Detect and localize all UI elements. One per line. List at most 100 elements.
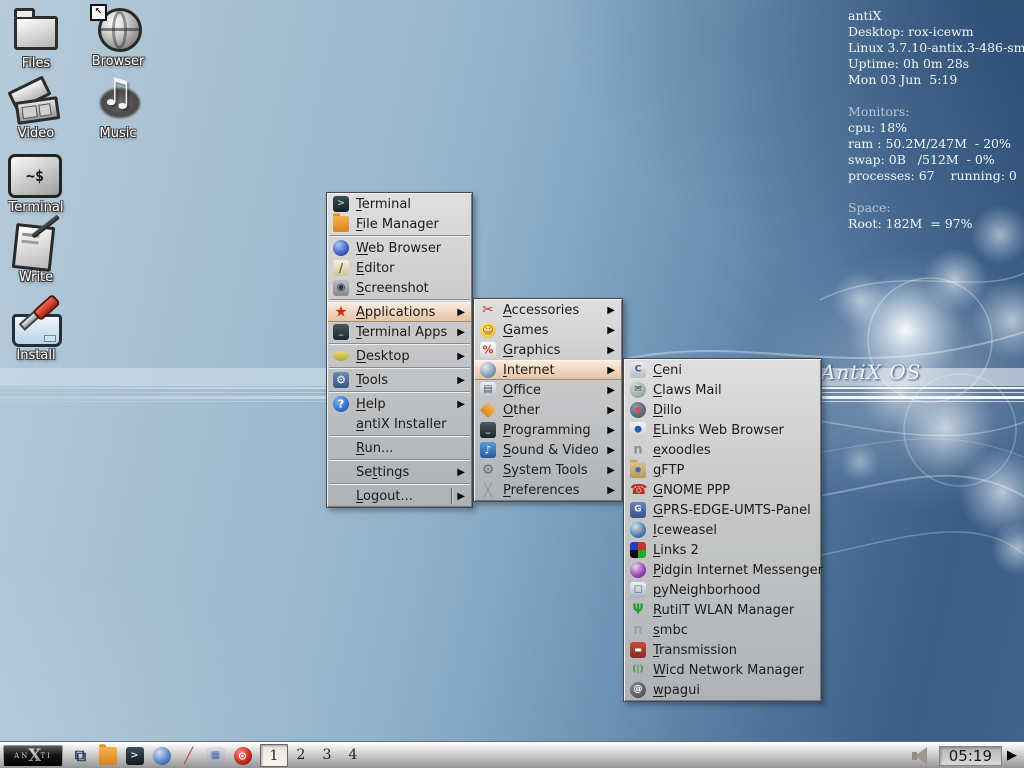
menu-item-settings[interactable]: Settings ▶ (328, 462, 471, 482)
sound-icon (480, 442, 496, 458)
logo-text: TI (40, 751, 52, 760)
menu-item-label: Graphics (503, 342, 561, 358)
workspace-button-2[interactable]: 2 (288, 744, 314, 765)
music-note-icon: ♫ (100, 70, 135, 114)
menu-item-tools[interactable]: Tools ▶ (328, 370, 471, 390)
desktop-icon-browser[interactable]: ↖ Browser (84, 4, 152, 69)
menu-item-preferences[interactable]: Preferences ▶ (475, 480, 621, 500)
web-browser-launcher[interactable] (148, 745, 175, 767)
menu-item-internet[interactable]: Internet ▶ (475, 360, 621, 380)
menu-item-iceweasel[interactable]: Iceweasel (625, 520, 820, 540)
menu-item-file-manager[interactable]: File Manager (328, 213, 471, 234)
submenu-arrow-icon: ▶ (607, 464, 615, 476)
submenu-arrow-icon: ▶ (457, 398, 465, 410)
desktop-icon (333, 351, 349, 361)
menu-item-rutilt-wlan-manager[interactable]: RutilT WLAN Manager (625, 600, 820, 620)
exood-icon (630, 442, 646, 458)
submenu-arrow-icon: ▶ (607, 304, 615, 316)
menu-item-links-2[interactable]: Links 2 (625, 540, 820, 560)
menu-separator (329, 483, 470, 485)
logout-launcher[interactable] (229, 745, 256, 767)
menu-item-elinks-web-browser[interactable]: ELinks Web Browser (625, 420, 820, 440)
desktop-icon-label: Write (18, 270, 54, 285)
menu-item-web-browser[interactable]: Web Browser (328, 238, 471, 258)
menu-separator (329, 343, 470, 345)
menu-item-desktop[interactable]: Desktop ▶ (328, 346, 471, 366)
menu-item-gnome-ppp[interactable]: GNOME PPP (625, 480, 820, 500)
mount-tool-launcher[interactable] (202, 745, 229, 767)
taskbar-expand-arrow[interactable]: ▶ (1007, 748, 1017, 763)
desktop-icon-install[interactable]: Install (2, 293, 70, 363)
systools-icon (480, 462, 496, 478)
menu-item-editor[interactable]: Editor (328, 258, 471, 278)
window-list-button[interactable] (67, 745, 94, 767)
no-icon (333, 440, 349, 456)
apps-icon (333, 304, 349, 320)
menu-item-help[interactable]: Help ▶ (328, 394, 471, 414)
menu-item-label: Links 2 (653, 542, 699, 558)
menu-item-ceni[interactable]: Ceni (625, 360, 820, 380)
menu-item-accessories[interactable]: Accessories ▶ (475, 300, 621, 320)
menu-separator (329, 391, 470, 393)
menu-item-gprs-edge-umts-panel[interactable]: GPRS-EDGE-UMTS-Panel (625, 500, 820, 520)
menu-item-label: Office (503, 382, 541, 398)
conky-line (848, 88, 1024, 104)
menu-separator (329, 459, 470, 461)
document-icon (11, 223, 56, 272)
desktop-icon-video[interactable]: Video (2, 75, 70, 141)
menu-item-wpagui[interactable]: wpagui (625, 680, 820, 700)
terminal-launcher[interactable] (121, 745, 148, 767)
conky-line: swap: 0B /512M - 0% (848, 152, 995, 167)
menu-item-sound-video[interactable]: Sound & Video ▶ (475, 440, 621, 460)
menu-item-label: File Manager (356, 216, 439, 232)
antix-menu-button[interactable]: AN X TI (3, 744, 63, 767)
menu-item-games[interactable]: Games ▶ (475, 320, 621, 340)
workspace-button-3[interactable]: 3 (314, 744, 340, 765)
menu-item-terminal[interactable]: Terminal (328, 194, 471, 214)
desktop-icon-files[interactable]: Files (2, 6, 70, 71)
device-icon (206, 746, 225, 765)
games-icon (480, 322, 496, 338)
control-centre-launcher[interactable] (175, 745, 202, 767)
menu-item-programming[interactable]: Programming ▶ (475, 420, 621, 440)
menu-item-other[interactable]: Other ▶ (475, 400, 621, 420)
other-icon (479, 401, 497, 419)
root-menu: Terminal File Manager Web Browser Editor Scr… (326, 192, 473, 508)
menu-item-office[interactable]: Office ▶ (475, 380, 621, 400)
menu-item-logout[interactable]: Logout... ▶ (328, 486, 471, 506)
menu-item-label: RutilT WLAN Manager (653, 602, 795, 618)
menu-item-applications[interactable]: Applications ▶ (328, 302, 471, 322)
desktop-icon-write[interactable]: Write (2, 214, 70, 285)
globetb-icon (152, 746, 171, 765)
workspace-button-4[interactable]: 4 (340, 744, 366, 765)
workspace-button-1[interactable]: 1 (260, 744, 288, 767)
menu-item-label: wpagui (653, 682, 700, 698)
menu-item-pidgin-internet-messenger[interactable]: Pidgin Internet Messenger (625, 560, 823, 580)
menu-item-transmission[interactable]: Transmission (625, 640, 820, 660)
menu-item-smbc[interactable]: smbc (625, 620, 820, 640)
menu-item-wicd-network-manager[interactable]: Wicd Network Manager (625, 660, 820, 680)
menu-item-label: Games (503, 322, 549, 338)
desktop-icon-music[interactable]: ♫ Music (84, 70, 152, 141)
submenu-arrow-icon: ▶ (457, 306, 465, 318)
menu-item-system-tools[interactable]: System Tools ▶ (475, 460, 621, 480)
menu-item-terminal-apps[interactable]: Terminal Apps ▶ (328, 322, 471, 342)
menu-item-dillo[interactable]: Dillo (625, 400, 820, 420)
menu-item-exoodles[interactable]: exoodles (625, 440, 820, 460)
menu-item-label: ELinks Web Browser (653, 422, 784, 438)
menu-item-screenshot[interactable]: Screenshot (328, 278, 471, 298)
menu-item-run[interactable]: Run... (328, 438, 471, 458)
file-manager-launcher[interactable] (94, 743, 121, 767)
volume-icon[interactable] (908, 746, 934, 766)
menu-item-label: Terminal Apps (356, 324, 448, 340)
desktop-icon-terminal[interactable]: ~$ Terminal (0, 150, 72, 215)
submenu-arrow-icon: ▶ (457, 374, 465, 386)
menu-item-claws-mail[interactable]: Claws Mail (625, 380, 820, 400)
menu-item-gftp[interactable]: gFTP (625, 459, 820, 480)
menu-item-graphics[interactable]: Graphics ▶ (475, 340, 621, 360)
menu-item-pyneighborhood[interactable]: pyNeighborhood (625, 580, 820, 600)
menu-item-antix-installer[interactable]: antiX Installer (328, 414, 471, 434)
menu-item-divider (451, 488, 452, 504)
menu-item-label: GNOME PPP (653, 482, 731, 498)
power-icon (233, 746, 252, 765)
